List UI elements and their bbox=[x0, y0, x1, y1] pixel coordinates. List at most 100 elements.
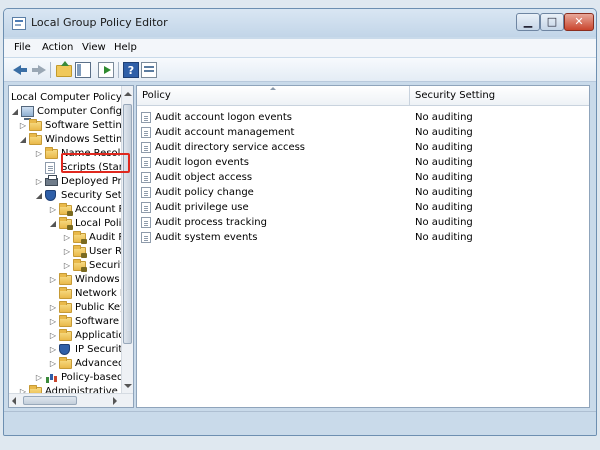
back-arrow-icon[interactable] bbox=[12, 62, 28, 78]
menu-file[interactable]: File bbox=[14, 42, 31, 53]
policy-editor-icon bbox=[12, 17, 26, 30]
policy-name: Audit policy change bbox=[155, 187, 254, 198]
tree-node-label: Software R bbox=[75, 316, 121, 327]
expand-toggle-icon[interactable]: ▷ bbox=[35, 175, 43, 189]
menu-action[interactable]: Action bbox=[42, 42, 73, 53]
expand-toggle-icon[interactable]: ◢ bbox=[49, 217, 57, 231]
security-setting-value: No auditing bbox=[415, 217, 473, 228]
policy-document-icon bbox=[141, 232, 151, 243]
scroll-left-icon[interactable] bbox=[12, 397, 16, 405]
folder-icon bbox=[29, 119, 42, 131]
policy-document-icon bbox=[141, 172, 151, 183]
scroll-thumb[interactable] bbox=[23, 396, 77, 405]
policy-name: Audit process tracking bbox=[155, 217, 267, 228]
tree-node-label: Policy-based ( bbox=[61, 372, 121, 383]
sort-caret-icon bbox=[270, 87, 276, 90]
folder-icon bbox=[59, 315, 72, 327]
expand-toggle-icon[interactable]: ◢ bbox=[11, 105, 19, 119]
column-header-label: Policy bbox=[142, 90, 171, 101]
security-setting-value: No auditing bbox=[415, 157, 473, 168]
forward-arrow-icon[interactable] bbox=[31, 62, 47, 78]
expand-toggle-icon[interactable]: ▷ bbox=[63, 231, 71, 245]
policy-name: Audit account logon events bbox=[155, 112, 292, 123]
help-icon[interactable]: ? bbox=[123, 62, 139, 78]
security-setting-value: No auditing bbox=[415, 232, 473, 243]
tree-node-label: Computer Configura bbox=[37, 106, 121, 117]
table-row[interactable]: Audit account management No auditing bbox=[137, 125, 589, 140]
tree-node-label: Audit P bbox=[89, 232, 121, 243]
column-header-security-setting[interactable]: Security Setting bbox=[410, 86, 589, 106]
tree-node-label: Software Settings bbox=[45, 120, 121, 131]
console-tree: Local Computer Policy ◢ Computer Configura… bbox=[9, 86, 121, 394]
table-row[interactable]: Audit system events No auditing bbox=[137, 230, 589, 245]
table-row[interactable]: Audit directory service access No auditin… bbox=[137, 140, 589, 155]
show-hide-console-tree-icon[interactable] bbox=[75, 62, 91, 78]
expand-toggle-icon[interactable]: ▷ bbox=[49, 343, 57, 357]
menu-view[interactable]: View bbox=[82, 42, 106, 53]
policy-name: Audit privilege use bbox=[155, 202, 249, 213]
tree-node-label: Windows F bbox=[75, 274, 121, 285]
table-row[interactable]: Audit process tracking No auditing bbox=[137, 215, 589, 230]
security-setting-value: No auditing bbox=[415, 202, 473, 213]
security-setting-value: No auditing bbox=[415, 187, 473, 198]
table-row[interactable]: Audit object access No auditing bbox=[137, 170, 589, 185]
properties-icon[interactable] bbox=[141, 62, 157, 78]
folder-icon bbox=[59, 329, 72, 341]
table-row[interactable]: Audit logon events No auditing bbox=[137, 155, 589, 170]
folder-icon bbox=[29, 133, 42, 145]
tree-horizontal-scrollbar[interactable] bbox=[9, 393, 133, 407]
expand-toggle-icon[interactable]: ▷ bbox=[35, 147, 43, 161]
tree-node-label: Advanced bbox=[75, 358, 121, 369]
column-header-label: Security Setting bbox=[415, 90, 496, 101]
details-pane: Policy Security Setting Audit account lo… bbox=[136, 85, 590, 408]
table-row[interactable]: Audit policy change No auditing bbox=[137, 185, 589, 200]
maximize-button[interactable]: □ bbox=[540, 13, 564, 31]
tree-vertical-scrollbar[interactable] bbox=[121, 86, 133, 394]
menu-help[interactable]: Help bbox=[114, 42, 137, 53]
expand-toggle-icon[interactable]: ▷ bbox=[63, 259, 71, 273]
expand-toggle-icon[interactable]: ▷ bbox=[49, 315, 57, 329]
expand-toggle-icon[interactable]: ▷ bbox=[19, 119, 27, 133]
scroll-thumb[interactable] bbox=[123, 104, 132, 344]
app-window: Local Group Policy Editor ▁ □ ✕ File Act… bbox=[3, 8, 597, 436]
expand-toggle-icon[interactable]: ▷ bbox=[49, 203, 57, 217]
table-row[interactable]: Audit account logon events No auditing bbox=[137, 110, 589, 125]
scroll-down-icon[interactable] bbox=[124, 384, 132, 388]
expand-toggle-icon[interactable]: ▷ bbox=[49, 329, 57, 343]
tree-node-label: Applicatio bbox=[75, 330, 121, 341]
minimize-button[interactable]: ▁ bbox=[516, 13, 540, 31]
toolbar-separator bbox=[118, 62, 119, 78]
folder-icon bbox=[59, 273, 72, 285]
policy-name: Audit logon events bbox=[155, 157, 249, 168]
console-tree-pane: Local Computer Policy ◢ Computer Configura… bbox=[8, 85, 134, 408]
document-icon bbox=[45, 162, 55, 174]
table-row[interactable]: Audit privilege use No auditing bbox=[137, 200, 589, 215]
expand-toggle-icon[interactable]: ▷ bbox=[49, 301, 57, 315]
close-button[interactable]: ✕ bbox=[564, 13, 594, 31]
lock-folder-icon bbox=[59, 217, 73, 230]
printer-icon bbox=[45, 175, 58, 186]
tree-node-label: Network L bbox=[75, 288, 121, 299]
tree-node-label: Securit bbox=[89, 260, 121, 271]
lock-folder-icon bbox=[73, 259, 87, 272]
expand-toggle-icon[interactable]: ▷ bbox=[49, 357, 57, 371]
lock-folder-icon bbox=[73, 231, 87, 244]
policy-document-icon bbox=[141, 202, 151, 213]
expand-toggle-icon[interactable]: ◢ bbox=[35, 189, 43, 203]
expand-toggle-icon[interactable]: ◢ bbox=[19, 133, 27, 147]
up-one-level-icon[interactable] bbox=[56, 61, 72, 77]
expand-toggle-icon[interactable]: ▷ bbox=[49, 273, 57, 287]
scroll-up-icon[interactable] bbox=[124, 92, 132, 96]
scroll-right-icon[interactable] bbox=[113, 397, 117, 405]
expand-toggle-icon[interactable]: ▷ bbox=[35, 371, 43, 385]
chart-icon bbox=[45, 372, 58, 383]
export-list-icon[interactable] bbox=[98, 62, 114, 78]
lock-folder-icon bbox=[73, 245, 87, 258]
policy-name: Audit account management bbox=[155, 127, 295, 138]
column-header-policy[interactable]: Policy bbox=[137, 86, 410, 106]
expand-toggle-icon[interactable]: ▷ bbox=[63, 245, 71, 259]
policy-document-icon bbox=[141, 142, 151, 153]
policy-name: Audit system events bbox=[155, 232, 258, 243]
